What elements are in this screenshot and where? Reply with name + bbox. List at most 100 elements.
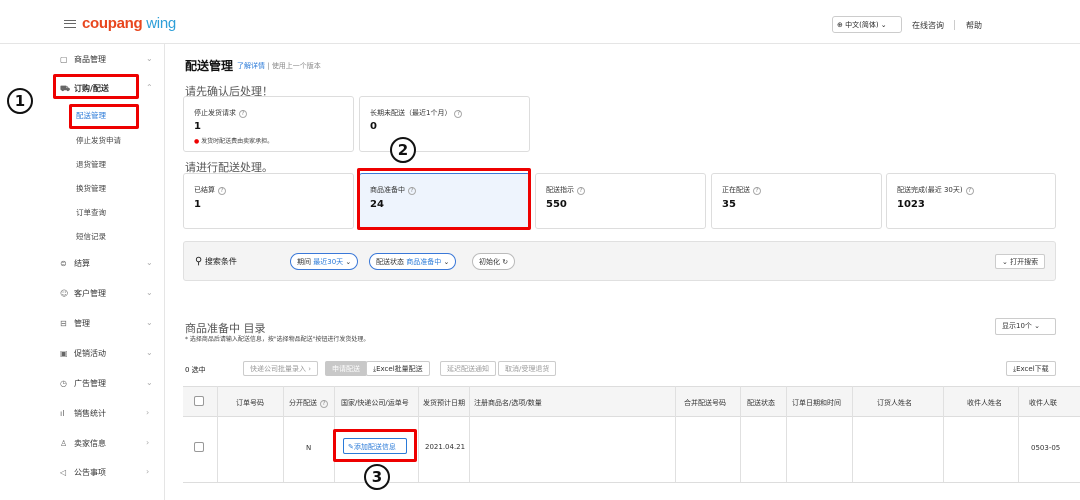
divider — [740, 386, 741, 482]
excel-bulk-button[interactable]: ⤓Excel批量配送 — [366, 361, 430, 376]
open-search-button[interactable]: ⌄ 打开搜索 — [995, 254, 1046, 269]
sidebar-item-products[interactable]: ▢ 商品管理 — [60, 54, 106, 65]
chevron-right-icon: › — [146, 467, 150, 476]
card-stop-request[interactable]: 停止发货请求? 1 ● 发货时配送费由卖家承担。 — [183, 96, 354, 152]
sidebar-item-ads[interactable]: ◷ 广告管理 — [60, 378, 106, 389]
chevron-down-icon: ⌄ — [880, 21, 887, 29]
col-courier: 国家/快递公司/运单号 — [341, 399, 409, 407]
col-order-no: 订单号码 — [236, 399, 264, 407]
consult-link[interactable]: 在线咨询 — [912, 20, 944, 31]
chevron-right-icon: › — [146, 438, 150, 447]
excel-download-button[interactable]: ⤓Excel下载 — [1006, 361, 1056, 376]
sidebar-item-customers[interactable]: ☺ 客户管理 — [60, 288, 106, 299]
annotation-badge: 2 — [390, 137, 416, 163]
col-receiver: 收件人姓名 — [967, 399, 1002, 407]
page-size-select[interactable]: 显示10个 ⌄ — [995, 318, 1056, 335]
list-hint: * 选择商品后请输入配送信息，按"选择物品配送"按钮进行发货处理。 — [185, 336, 370, 343]
language-select[interactable]: ⊕ 中文(简体) ⌄ — [832, 16, 902, 33]
chevron-down-icon: ⌄ — [146, 258, 153, 267]
col-receiver-phone: 收件人联 — [1029, 399, 1057, 407]
help-icon: ? — [577, 187, 585, 195]
selected-count: 0 选中 — [185, 366, 206, 374]
card-instructed[interactable]: 配送指示? 550 — [535, 173, 706, 229]
annotation-box — [333, 429, 417, 462]
divider — [183, 482, 1080, 483]
sidebar-sub-sms[interactable]: 短信记录 — [76, 231, 106, 242]
sidebar-item-seller[interactable]: ♙ 卖家信息 — [60, 438, 106, 449]
search-icon: ⚲ — [195, 256, 203, 267]
col-buyer: 订货人姓名 — [877, 399, 912, 407]
sidebar-item-notice[interactable]: ◁ 公告事项 — [60, 467, 106, 478]
col-split: 分开配送? — [289, 398, 328, 408]
coin-icon: ⊜ — [60, 259, 67, 268]
help-icon: ? — [753, 187, 761, 195]
col-order-time: 订单日期和时间 — [792, 399, 841, 407]
card-settled[interactable]: 已结算? 1 — [183, 173, 354, 229]
alert-icon: ● — [194, 138, 200, 145]
chevron-down-icon: ⌄ — [146, 288, 153, 297]
row-phone: 0503-05 — [1031, 444, 1061, 452]
smile-icon: ☺ — [60, 289, 69, 298]
promo-icon: ▣ — [60, 349, 68, 358]
row-ship-date: 2021.04.21 — [425, 443, 466, 451]
logo[interactable]: coupang wing — [82, 15, 176, 32]
row-checkbox[interactable] — [194, 442, 204, 452]
sidebar-item-stats[interactable]: ıl 销售统计 — [60, 408, 106, 419]
divider — [675, 386, 676, 482]
help-icon: ? — [239, 110, 247, 118]
divider — [1018, 386, 1019, 482]
sidebar-sub-return[interactable]: 退货管理 — [76, 159, 106, 170]
apply-delivery-button[interactable]: 申请配送 — [325, 361, 367, 376]
delay-notice-button[interactable]: 延迟配送通知 — [440, 361, 496, 376]
detail-link[interactable]: 了解详情 — [237, 62, 265, 70]
speaker-icon: ◁ — [60, 468, 67, 477]
status-filter[interactable]: 配送状态 商品准备中 ⌄ — [369, 253, 457, 270]
divider — [786, 386, 787, 482]
card-delivering[interactable]: 正在配送? 35 — [711, 173, 882, 229]
search-label: ⚲ 搜索条件 — [195, 256, 237, 267]
box-icon: ▢ — [60, 55, 68, 64]
annotation-badge: 3 — [364, 464, 390, 490]
annotation-box — [357, 168, 531, 230]
sidebar-item-manage[interactable]: ⊟ 管理 — [60, 318, 90, 329]
chevron-up-icon: ⌃ — [146, 83, 153, 92]
reset-button[interactable]: 初始化 ↻ — [472, 253, 516, 270]
page-title: 配送管理 — [185, 59, 234, 73]
annotation-badge: 1 — [7, 88, 33, 114]
select-all-checkbox[interactable] — [194, 396, 204, 406]
col-merge-no: 合并配送号码 — [684, 399, 726, 407]
sidebar-item-promo[interactable]: ▣ 促销活动 — [60, 348, 106, 359]
chevron-down-icon: ⌄ — [443, 258, 450, 266]
card-completed[interactable]: 配送完成(最近 30天)? 1023 — [886, 173, 1056, 229]
refresh-icon: ↻ — [502, 258, 509, 266]
menu-icon[interactable] — [64, 20, 76, 28]
chart-icon: ıl — [60, 409, 65, 418]
chevron-right-icon: › — [146, 408, 150, 417]
ad-icon: ◷ — [60, 379, 67, 388]
bulk-courier-button[interactable]: 快递公司批量录入 › — [243, 361, 319, 376]
chevron-down-icon: ⌄ — [1002, 258, 1008, 266]
row-split: N — [306, 444, 312, 452]
prev-version-link[interactable]: 使用上一个版本 — [272, 62, 321, 70]
chevron-down-icon: ⌄ — [1034, 322, 1041, 330]
sidebar-sub-exchange[interactable]: 换货管理 — [76, 183, 106, 194]
chevron-down-icon: ⌄ — [146, 318, 153, 327]
period-filter[interactable]: 期间 最近30天 ⌄ — [290, 253, 359, 270]
divider — [943, 386, 944, 482]
sidebar-item-settlement[interactable]: ⊜ 结算 — [60, 258, 90, 269]
sidebar-sub-stop[interactable]: 停止发货申请 — [76, 135, 121, 146]
col-ship-date: 发货预计日期 — [423, 399, 465, 407]
chevron-down-icon: ⌄ — [146, 378, 153, 387]
help-link[interactable]: 帮助 — [966, 20, 982, 31]
divider — [418, 386, 419, 482]
divider — [852, 386, 853, 482]
person-icon: ♙ — [60, 439, 68, 448]
cancel-return-button[interactable]: 取消/受理退货 — [498, 361, 557, 376]
sidebar-sub-orders[interactable]: 订单查询 — [76, 207, 106, 218]
chevron-down-icon: ⌄ — [146, 348, 153, 357]
divider — [469, 386, 470, 482]
card-long-undelivered[interactable]: 长期未配送（最近1个月）? 0 — [359, 96, 530, 152]
chevron-down-icon: ⌄ — [146, 54, 153, 63]
divider — [954, 20, 955, 30]
chevron-down-icon: ⌄ — [345, 258, 352, 266]
